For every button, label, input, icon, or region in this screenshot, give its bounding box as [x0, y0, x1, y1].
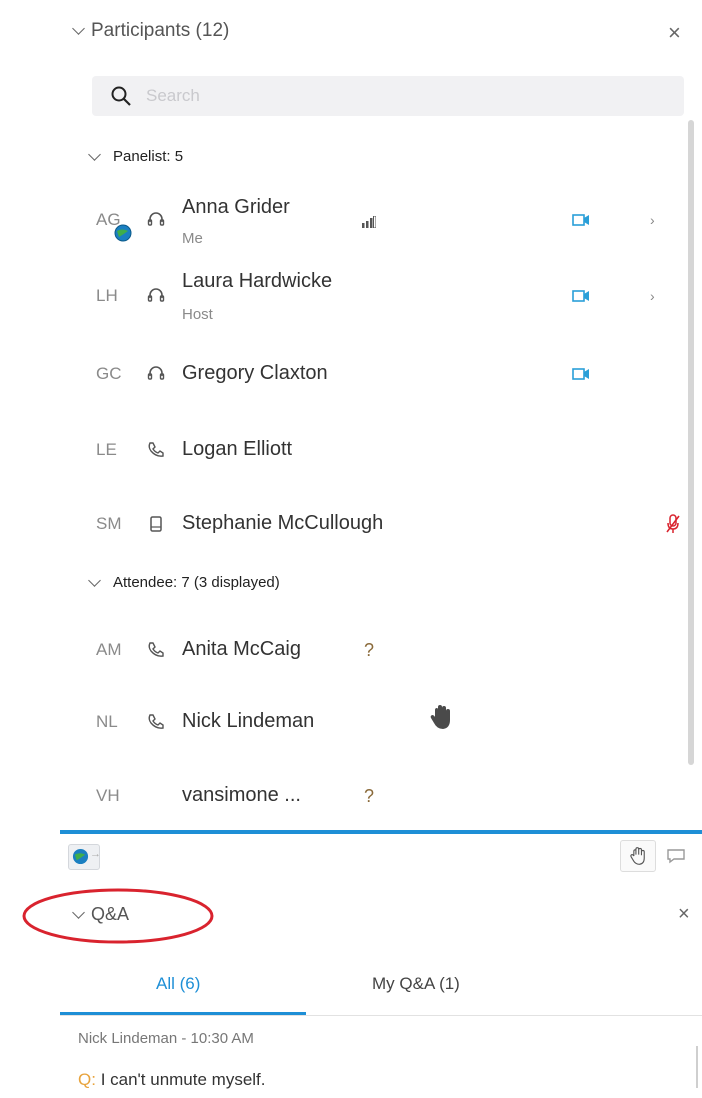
participant-name: Stephanie McCullough	[182, 512, 384, 534]
phone-icon	[148, 642, 164, 657]
panel-divider[interactable]	[60, 830, 702, 834]
panelist-group-header[interactable]: Panelist: 5	[88, 147, 184, 165]
chevron-right-icon[interactable]: ›	[650, 212, 655, 228]
avatar-initials: SM	[96, 514, 122, 533]
mobile-device-icon	[150, 516, 162, 532]
attendee-group-header[interactable]: Attendee: 7 (3 displayed)	[88, 573, 280, 591]
participant-name: Laura Hardwicke	[182, 270, 333, 292]
phone-icon	[148, 442, 164, 457]
audio-level-icon	[362, 216, 376, 228]
participant-row[interactable]: NL Nick Lindeman	[80, 692, 680, 752]
question-prefix: Q:	[78, 1070, 96, 1089]
avatar-initials: NL	[96, 712, 118, 731]
search-icon	[111, 86, 131, 106]
tab-my-qa-label: My Q&A (1)	[372, 974, 460, 993]
headset-icon	[147, 288, 165, 302]
participant-role: Host	[182, 306, 213, 323]
avatar-initials: AM	[96, 640, 122, 659]
headset-icon	[147, 366, 165, 380]
video-camera-icon[interactable]	[572, 367, 590, 381]
unknown-audio-status: ?	[364, 786, 375, 806]
qa-scrollbar[interactable]	[696, 1046, 698, 1088]
attendee-group-label: Attendee: 7 (3 displayed)	[113, 574, 280, 591]
muted-microphone-icon[interactable]	[666, 514, 680, 534]
participant-row[interactable]: VH vansimone ... ?	[80, 766, 680, 826]
qa-question[interactable]: Q: I can't unmute myself.	[78, 1070, 266, 1090]
qa-message-meta: Nick Lindeman - 10:30 AM	[78, 1030, 254, 1047]
scrollbar[interactable]	[688, 120, 694, 765]
participants-header[interactable]: Participants (12)	[72, 20, 230, 42]
arrow-right-icon: →	[90, 848, 101, 860]
search-input[interactable]	[144, 85, 608, 107]
raise-hand-icon	[630, 847, 645, 865]
participant-name: Nick Lindeman	[182, 710, 315, 732]
participant-name: Logan Elliott	[182, 438, 293, 460]
chevron-down-icon[interactable]	[88, 147, 101, 161]
panelist-group-label: Panelist: 5	[113, 148, 184, 165]
participant-row[interactable]: SM Stephanie McCullough	[80, 494, 680, 554]
highlight-circle	[22, 888, 214, 944]
avatar-initials: LE	[96, 440, 117, 459]
feedback-icon[interactable]	[666, 848, 688, 864]
participant-row[interactable]: AM Anita McCaig ?	[80, 620, 680, 680]
headset-icon	[147, 212, 165, 226]
phone-icon	[148, 714, 164, 729]
chevron-down-icon[interactable]	[72, 22, 85, 35]
presenter-ball-button[interactable]: →	[68, 844, 101, 870]
participant-role: Me	[182, 230, 203, 247]
search-bar[interactable]	[92, 76, 684, 116]
avatar-initials: VH	[96, 786, 120, 805]
tab-underline	[60, 1015, 702, 1016]
raised-hand-icon	[430, 705, 450, 729]
participant-row[interactable]: GC Gregory Claxton	[80, 344, 680, 404]
chevron-right-icon[interactable]: ›	[650, 288, 655, 304]
participants-title: Participants (12)	[91, 20, 230, 41]
raise-hand-button[interactable]	[620, 840, 656, 872]
chevron-down-icon[interactable]	[88, 573, 101, 587]
participant-name: vansimone ...	[182, 784, 301, 806]
presenter-globe-icon	[72, 848, 89, 865]
unknown-audio-status: ?	[364, 640, 375, 660]
avatar-initials: GC	[96, 364, 122, 383]
participant-name: Anita McCaig	[182, 638, 301, 660]
participant-name: Gregory Claxton	[182, 362, 328, 384]
participant-name: Anna Grider	[182, 196, 290, 218]
presenter-globe-icon	[114, 224, 132, 242]
participant-row[interactable]: AG Anna Grider Me ›	[80, 190, 680, 250]
close-qa-icon[interactable]: ×	[678, 904, 690, 924]
video-camera-icon[interactable]	[572, 289, 590, 303]
tab-my-qa[interactable]: My Q&A (1)	[372, 974, 460, 994]
tab-all[interactable]: All (6)	[156, 974, 200, 994]
participant-row[interactable]: LE Logan Elliott	[80, 420, 680, 480]
video-camera-icon[interactable]	[572, 213, 590, 227]
avatar-initials: LH	[96, 286, 118, 305]
participant-row[interactable]: LH Laura Hardwicke Host ›	[80, 266, 680, 326]
tab-all-label: All (6)	[156, 974, 201, 993]
close-participants-icon[interactable]: ×	[668, 22, 681, 44]
question-text: I can't unmute myself.	[100, 1070, 266, 1089]
